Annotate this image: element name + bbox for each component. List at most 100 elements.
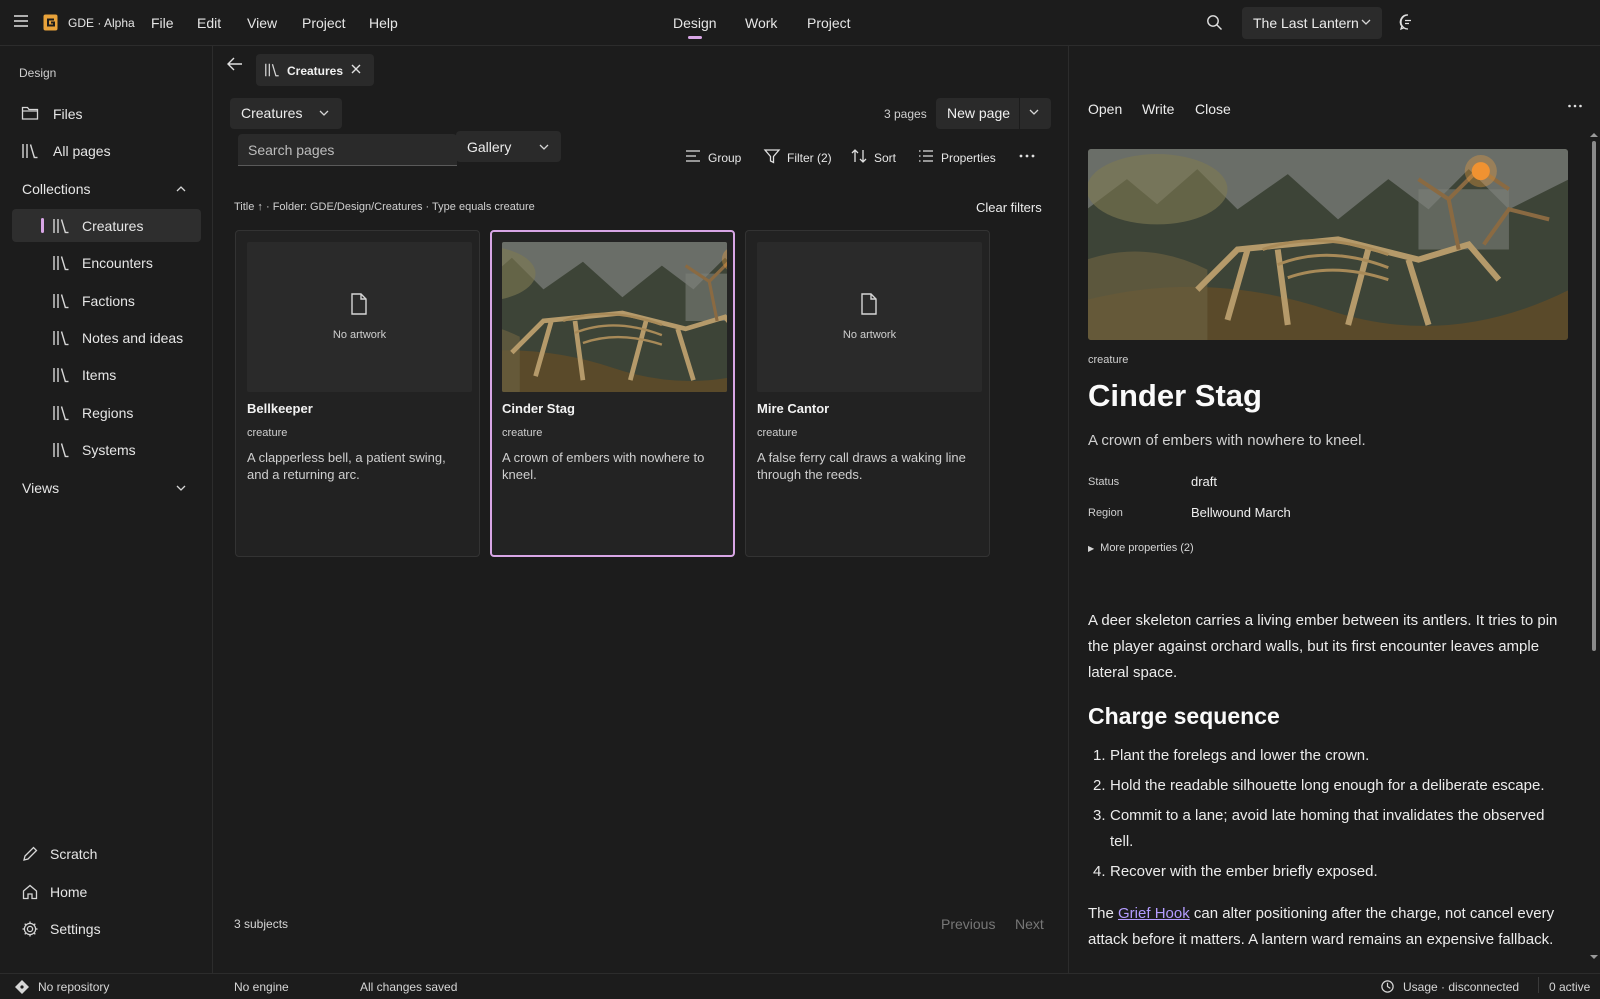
sidebar-item-items[interactable]: Items [12, 358, 201, 391]
gallery-card-selected[interactable]: Cinder Stag creature A crown of embers w… [490, 230, 735, 557]
sidebar-item-files[interactable]: Files [12, 97, 201, 130]
menu-view[interactable]: View [247, 15, 277, 31]
sidebar-item-notes-and-ideas[interactable]: Notes and ideas [12, 321, 201, 354]
mode-tab-project[interactable]: Project [807, 15, 851, 31]
view-dropdown[interactable]: Gallery [456, 131, 561, 162]
sidebar-item-creatures[interactable]: Creatures [12, 209, 201, 242]
scrollbar[interactable] [1589, 131, 1599, 961]
back-arrow-icon[interactable] [226, 56, 244, 72]
grief-hook-link[interactable]: Grief Hook [1118, 905, 1190, 922]
sidebar-item-label: Systems [82, 442, 136, 458]
home-icon [21, 883, 39, 901]
sidebar-item-scratch[interactable]: Scratch [12, 837, 201, 870]
view-dropdown-label: Gallery [467, 139, 512, 155]
menu-project[interactable]: Project [302, 15, 346, 31]
sidebar: Design Files All pages Collections Creat… [0, 46, 213, 973]
card-description: A crown of embers with nowhere to kneel. [502, 450, 705, 482]
mode-tab-work[interactable]: Work [745, 15, 777, 31]
sidebar-item-label: Items [82, 367, 117, 383]
card-title: Bellkeeper [247, 401, 313, 416]
search-icon[interactable] [1206, 14, 1223, 31]
sort-button[interactable]: Sort [850, 147, 900, 167]
usage-icon [1381, 980, 1394, 993]
chevron-down-icon[interactable] [176, 485, 186, 491]
collection-dropdown[interactable]: Creatures [230, 98, 342, 129]
sidebar-item-label: Notes and ideas [82, 330, 184, 346]
search-pages-input[interactable] [238, 134, 457, 166]
more-options-icon[interactable] [1018, 147, 1038, 167]
mode-tab-design[interactable]: Design [673, 15, 717, 31]
gear-icon [21, 920, 39, 938]
tab-label: Creatures [287, 64, 344, 78]
active-count: 0 active [1549, 980, 1591, 994]
group-label: Group [708, 151, 742, 165]
collections-header[interactable]: Collections [22, 181, 90, 197]
property-value-region[interactable]: Bellwound March [1191, 505, 1291, 520]
library-icon [52, 329, 70, 347]
gallery-card[interactable]: No artwork Mire Cantor creature A false … [745, 230, 990, 557]
next-page-button[interactable]: Next [1015, 916, 1044, 932]
sidebar-item-regions[interactable]: Regions [12, 396, 201, 429]
sidebar-item-factions[interactable]: Factions [12, 284, 201, 317]
new-page-button[interactable]: New page [936, 98, 1051, 129]
chevron-down-icon[interactable] [1029, 109, 1039, 115]
scrollbar-thumb[interactable] [1592, 141, 1596, 651]
usage-status[interactable]: Usage · disconnected [1403, 980, 1519, 994]
library-icon [52, 217, 70, 235]
ordered-list: 1. Plant the forelegs and lower the crown… [1088, 743, 1563, 889]
status-divider [1538, 977, 1539, 993]
tab-creatures[interactable]: Creatures [256, 54, 374, 86]
write-button[interactable]: Write [1142, 101, 1174, 117]
top-bar: GDE · Alpha File Edit View Project Help … [0, 0, 1600, 46]
hamburger-menu-icon[interactable] [13, 14, 29, 28]
sidebar-item-label: Factions [82, 293, 135, 309]
property-key: Region [1088, 507, 1123, 519]
app-title: GDE · Alpha [68, 16, 135, 30]
detail-panel: Open Write Close creature Cinder Stag A … [1068, 46, 1600, 973]
sidebar-item-settings[interactable]: Settings [12, 912, 201, 945]
new-page-label: New page [947, 105, 1011, 121]
views-header[interactable]: Views [22, 480, 59, 496]
menu-file[interactable]: File [151, 15, 174, 31]
scroll-down-icon[interactable] [1589, 953, 1599, 961]
group-button[interactable]: Group [684, 147, 744, 167]
app-logo-icon [43, 14, 58, 31]
sort-label: Sort [874, 151, 897, 165]
properties-button[interactable]: Properties [917, 147, 997, 167]
card-thumbnail: No artwork [247, 242, 472, 392]
sidebar-item-systems[interactable]: Systems [12, 433, 201, 466]
previous-page-button[interactable]: Previous [941, 916, 995, 932]
filter-button[interactable]: Filter (2) [763, 147, 833, 167]
section-heading: Charge sequence [1088, 703, 1280, 729]
sidebar-item-encounters[interactable]: Encounters [12, 246, 201, 279]
filter-summary: Title ↑ · Folder: GDE/Design/Creatures ·… [234, 201, 535, 213]
chat-icon[interactable] [1399, 13, 1417, 31]
more-options-icon[interactable] [1567, 98, 1583, 114]
sidebar-item-all-pages[interactable]: All pages [12, 134, 201, 167]
list-icon [919, 150, 933, 162]
more-properties-toggle[interactable]: ▶ More properties (2) [1088, 542, 1194, 554]
page-type: creature [1088, 354, 1129, 366]
engine-status[interactable]: No engine [234, 980, 289, 994]
card-type: creature [757, 427, 798, 439]
list-item: 2. Hold the readable silhouette long enou… [1093, 777, 1545, 794]
property-value-status[interactable]: draft [1191, 474, 1217, 489]
close-tab-icon[interactable] [350, 63, 362, 75]
menu-help[interactable]: Help [369, 15, 398, 31]
repository-status[interactable]: No repository [38, 980, 109, 994]
scroll-up-icon[interactable] [1589, 131, 1599, 139]
library-icon [52, 441, 70, 459]
gallery-card[interactable]: No artwork Bellkeeper creature A clapper… [235, 230, 480, 557]
card-title: Cinder Stag [502, 401, 575, 416]
clear-filters-button[interactable]: Clear filters [976, 200, 1042, 215]
chevron-up-icon[interactable] [176, 186, 186, 192]
menu-edit[interactable]: Edit [197, 15, 221, 31]
card-type: creature [502, 427, 543, 439]
more-properties-label: More properties (2) [1100, 542, 1194, 554]
chevron-down-icon [539, 144, 549, 150]
sidebar-item-home[interactable]: Home [12, 875, 201, 908]
sidebar-item-label: Regions [82, 405, 134, 421]
close-button[interactable]: Close [1195, 101, 1231, 117]
open-button[interactable]: Open [1088, 101, 1122, 117]
project-selector[interactable]: The Last Lantern [1242, 7, 1382, 39]
